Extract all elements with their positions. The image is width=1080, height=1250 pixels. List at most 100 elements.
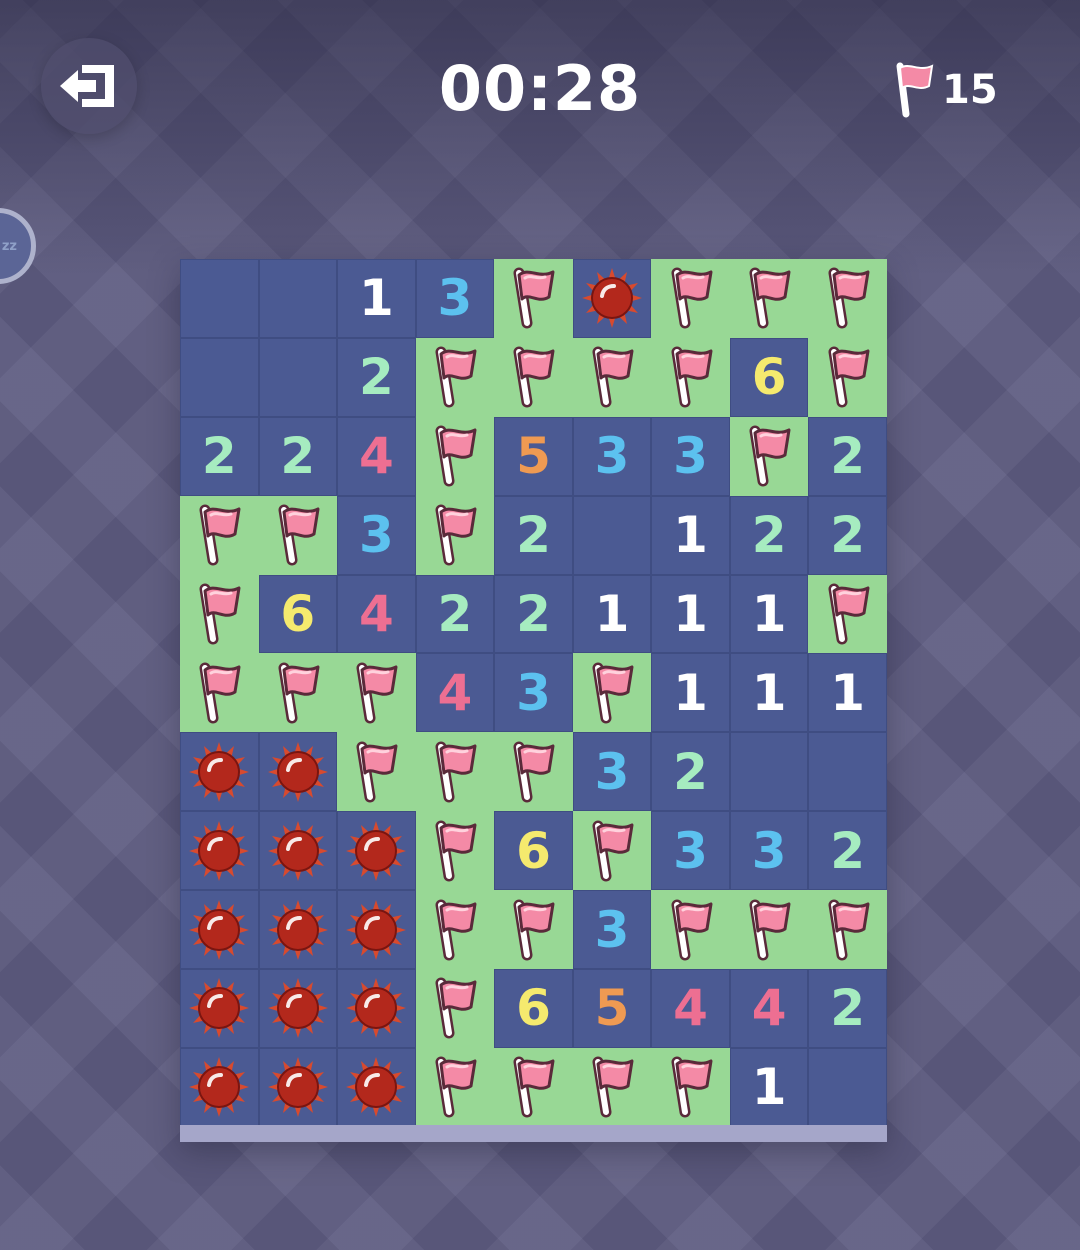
- cell-mine[interactable]: [258, 1047, 338, 1127]
- cell-number[interactable]: 2: [808, 495, 887, 575]
- cell-flagged[interactable]: [494, 1047, 573, 1127]
- cell-number[interactable]: 3: [337, 495, 416, 575]
- cell-mine[interactable]: [337, 969, 416, 1048]
- cell-mine[interactable]: [258, 969, 338, 1048]
- cell-number[interactable]: 2: [808, 969, 887, 1048]
- cell-number[interactable]: 3: [729, 811, 809, 891]
- cell-flagged[interactable]: [651, 337, 730, 417]
- cell-number[interactable]: 4: [729, 969, 809, 1048]
- cell-mine[interactable]: [180, 732, 259, 812]
- cell-flagged[interactable]: [729, 416, 809, 496]
- cell-number[interactable]: 2: [808, 416, 887, 496]
- cell-number[interactable]: 2: [494, 495, 573, 575]
- cell-number[interactable]: 3: [572, 732, 652, 812]
- cell-flagged[interactable]: [415, 337, 495, 417]
- cell-number[interactable]: 4: [337, 574, 416, 654]
- cell-flagged[interactable]: [337, 732, 416, 812]
- cell-mine[interactable]: [180, 811, 259, 891]
- cell-number[interactable]: 1: [729, 1047, 809, 1127]
- side-hint-badge[interactable]: zz: [0, 208, 36, 284]
- cell-flagged[interactable]: [572, 1047, 652, 1127]
- cell-number[interactable]: 4: [651, 969, 730, 1048]
- cell-number[interactable]: 2: [180, 416, 259, 496]
- cell-empty[interactable]: [258, 337, 338, 417]
- cell-number[interactable]: 6: [258, 574, 338, 654]
- cell-number[interactable]: 5: [494, 416, 573, 496]
- cell-flagged[interactable]: [415, 890, 495, 970]
- cell-empty[interactable]: [180, 337, 259, 417]
- cell-flagged[interactable]: [808, 337, 887, 417]
- cell-number[interactable]: 4: [337, 416, 416, 496]
- cell-flagged[interactable]: [572, 653, 652, 733]
- cell-number[interactable]: 1: [729, 653, 809, 733]
- cell-number[interactable]: 2: [258, 416, 338, 496]
- cell-mine[interactable]: [572, 259, 652, 338]
- cell-empty[interactable]: [729, 732, 809, 812]
- cell-flagged[interactable]: [808, 574, 887, 654]
- cell-number[interactable]: 2: [808, 811, 887, 891]
- cell-number[interactable]: 3: [572, 416, 652, 496]
- cell-flagged[interactable]: [415, 732, 495, 812]
- cell-flagged[interactable]: [572, 337, 652, 417]
- cell-flagged[interactable]: [415, 495, 495, 575]
- cell-number[interactable]: 6: [729, 337, 809, 417]
- cell-mine[interactable]: [258, 811, 338, 891]
- cell-flagged[interactable]: [415, 811, 495, 891]
- cell-flagged[interactable]: [729, 259, 809, 338]
- cell-mine[interactable]: [337, 811, 416, 891]
- cell-number[interactable]: 2: [415, 574, 495, 654]
- cell-empty[interactable]: [808, 732, 887, 812]
- cell-mine[interactable]: [180, 1047, 259, 1127]
- cell-flagged[interactable]: [180, 574, 259, 654]
- cell-number[interactable]: 1: [808, 653, 887, 733]
- cell-flagged[interactable]: [808, 259, 887, 338]
- cell-number[interactable]: 3: [651, 811, 730, 891]
- cell-flagged[interactable]: [494, 337, 573, 417]
- cell-number[interactable]: 3: [572, 890, 652, 970]
- cell-flagged[interactable]: [729, 890, 809, 970]
- cell-empty[interactable]: [572, 495, 652, 575]
- cell-flagged[interactable]: [572, 811, 652, 891]
- cell-mine[interactable]: [337, 890, 416, 970]
- cell-number[interactable]: 2: [494, 574, 573, 654]
- cell-flagged[interactable]: [651, 890, 730, 970]
- cell-mine[interactable]: [180, 890, 259, 970]
- cell-empty[interactable]: [808, 1047, 887, 1127]
- cell-number[interactable]: 3: [494, 653, 573, 733]
- cell-number[interactable]: 1: [572, 574, 652, 654]
- cell-flagged[interactable]: [494, 259, 573, 338]
- cell-flagged[interactable]: [258, 495, 338, 575]
- cell-number[interactable]: 3: [415, 259, 495, 338]
- cell-flagged[interactable]: [494, 732, 573, 812]
- cell-mine[interactable]: [337, 1047, 416, 1127]
- cell-number[interactable]: 4: [415, 653, 495, 733]
- cell-flagged[interactable]: [180, 495, 259, 575]
- cell-flagged[interactable]: [494, 890, 573, 970]
- cell-flagged[interactable]: [415, 416, 495, 496]
- cell-flagged[interactable]: [808, 890, 887, 970]
- cell-number[interactable]: 3: [651, 416, 730, 496]
- cell-mine[interactable]: [258, 890, 338, 970]
- cell-flagged[interactable]: [415, 1047, 495, 1127]
- cell-empty[interactable]: [180, 259, 259, 338]
- cell-number[interactable]: 1: [651, 495, 730, 575]
- cell-number[interactable]: 1: [729, 574, 809, 654]
- cell-flagged[interactable]: [651, 259, 730, 338]
- cell-empty[interactable]: [258, 259, 338, 338]
- cell-number[interactable]: 2: [729, 495, 809, 575]
- cell-mine[interactable]: [258, 732, 338, 812]
- cell-number[interactable]: 6: [494, 969, 573, 1048]
- cell-number[interactable]: 2: [337, 337, 416, 417]
- cell-flagged[interactable]: [337, 653, 416, 733]
- cell-number[interactable]: 1: [651, 574, 730, 654]
- cell-number[interactable]: 5: [572, 969, 652, 1048]
- cell-flagged[interactable]: [180, 653, 259, 733]
- cell-flagged[interactable]: [415, 969, 495, 1048]
- cell-flagged[interactable]: [258, 653, 338, 733]
- cell-number[interactable]: 6: [494, 811, 573, 891]
- cell-number[interactable]: 1: [651, 653, 730, 733]
- cell-flagged[interactable]: [651, 1047, 730, 1127]
- cell-mine[interactable]: [180, 969, 259, 1048]
- cell-number[interactable]: 2: [651, 732, 730, 812]
- cell-number[interactable]: 1: [337, 259, 416, 338]
